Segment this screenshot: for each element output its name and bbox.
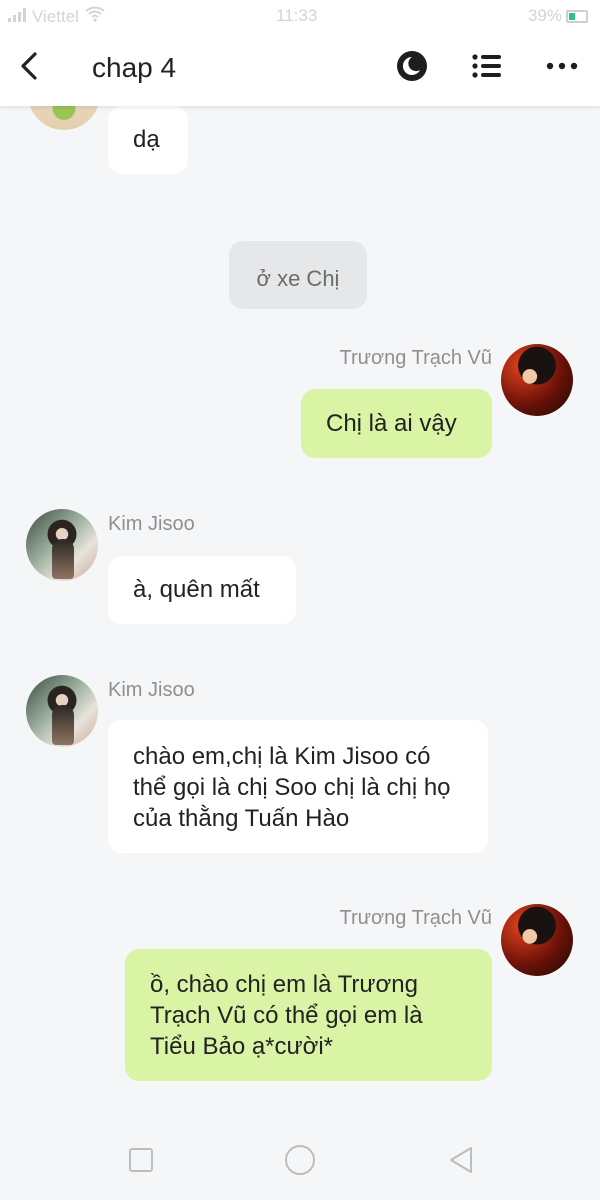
page-title: chap 4 [92,52,177,83]
signal-icon [8,7,26,27]
sender-name: Trương Trạch Vũ [339,907,492,929]
sender-name: Kim Jisoo [108,513,195,535]
sender-name: Kim Jisoo [108,679,195,701]
message-text: ồ, chào chị em là Trương Trạch Vũ có thể… [150,971,423,1060]
message-text: chào em,chị là Kim Jisoo có thể gọi là c… [133,743,451,832]
avatar-truong-trach-vu[interactable] [501,344,573,416]
system-message-text: ở xe Chị [256,266,340,291]
battery-icon [566,9,588,23]
message-bubble[interactable]: à, quên mất [108,556,296,624]
system-nav-bar [0,1118,600,1200]
list-icon[interactable] [469,48,505,84]
message-bubble[interactable]: ồ, chào chị em là Trương Trạch Vũ có thể… [125,949,492,1081]
carrier-group: Viettel [8,6,105,27]
carrier-label: Viettel [32,6,79,26]
message-bubble[interactable]: Chị là ai vậy [301,389,492,458]
message-text: dạ [133,126,160,153]
system-message: ở xe Chị [229,241,367,309]
status-bar: Viettel 11:33 39% [0,0,600,30]
battery-group: 39% [528,6,588,26]
message-bubble[interactable]: chào em,chị là Kim Jisoo có thể gọi là c… [108,720,488,853]
avatar-kim-jisoo[interactable] [26,675,98,747]
status-time: 11:33 [276,6,318,25]
recent-apps-icon[interactable] [121,1140,161,1180]
back-icon[interactable] [441,1140,481,1180]
home-icon[interactable] [280,1140,320,1180]
sender-name: Trương Trạch Vũ [339,347,492,369]
battery-fill [569,12,575,20]
chat-feed[interactable]: dạ ở xe Chị Trương Trạch Vũ Chị là ai vậ… [0,0,600,1200]
battery-percent: 39% [527,6,562,25]
message-text: à, quên mất [133,576,260,603]
back-arrow-icon[interactable] [12,48,46,84]
theme-toggle-icon[interactable] [394,48,430,84]
avatar-truong-trach-vu[interactable] [501,904,573,976]
wifi-icon [85,6,105,27]
message-text: Chị là ai vậy [326,410,457,437]
more-icon[interactable] [544,48,580,84]
message-bubble[interactable]: dạ [108,106,188,174]
avatar-kim-jisoo[interactable] [26,509,98,581]
chat-header: chap 4 [0,30,600,106]
